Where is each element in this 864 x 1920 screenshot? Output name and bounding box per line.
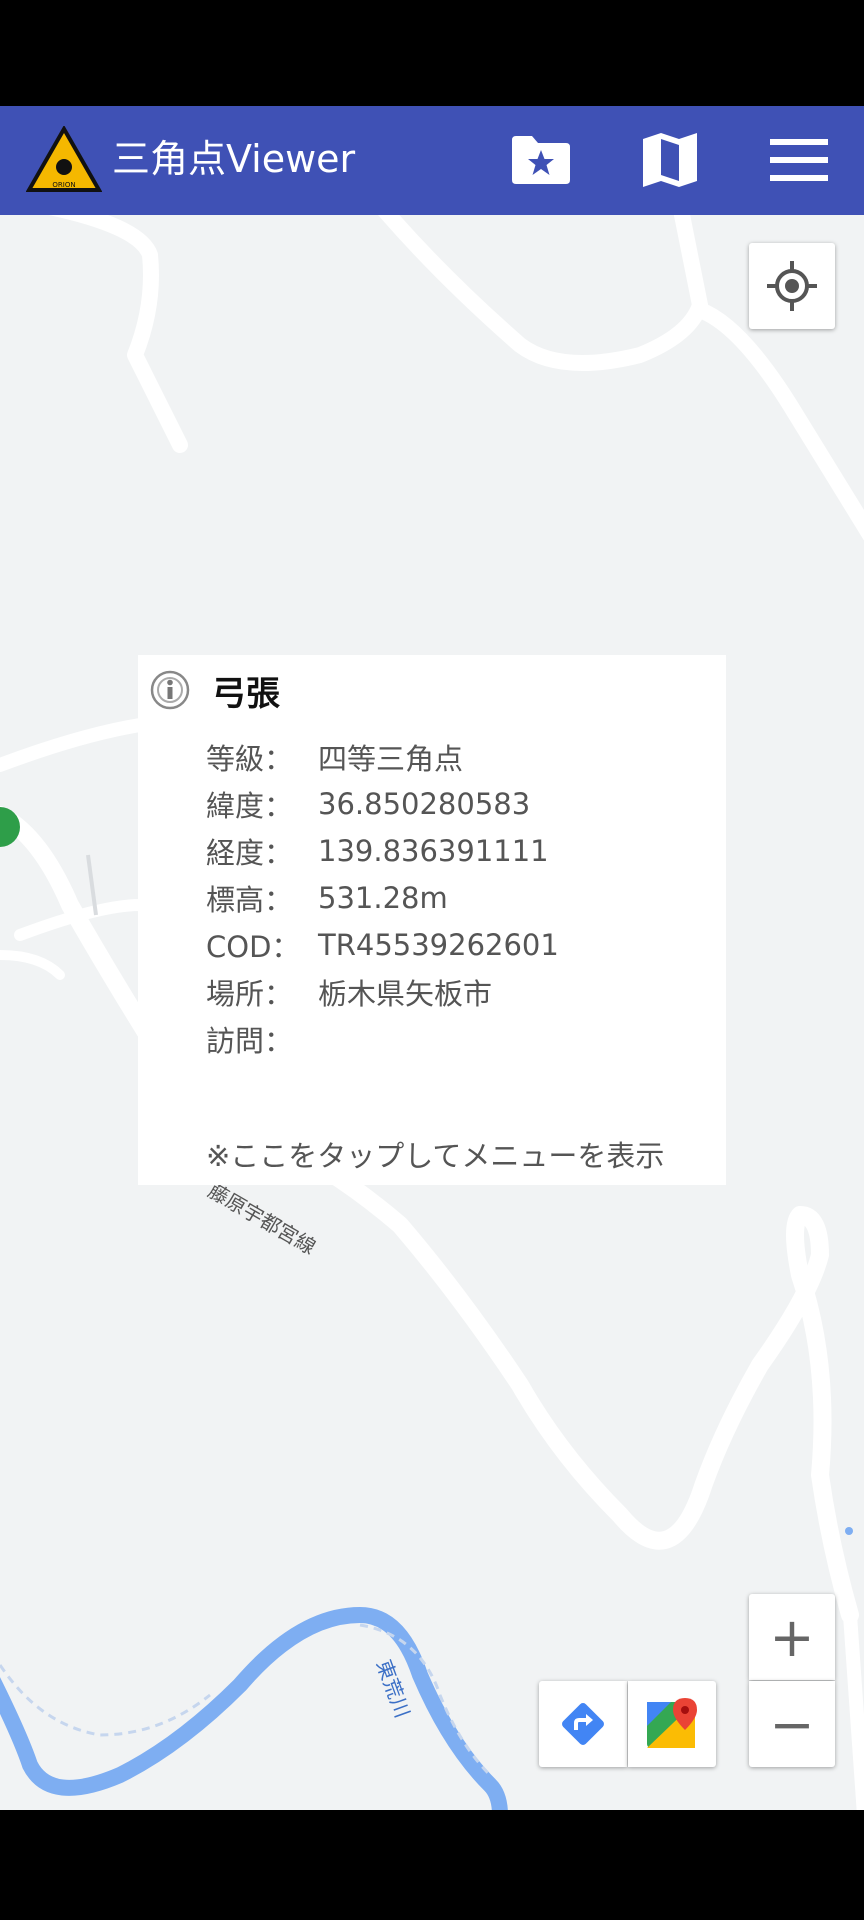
point-name: 弓張 — [212, 673, 280, 714]
favorites-button[interactable] — [506, 124, 576, 196]
info-header: 弓張 — [150, 667, 280, 714]
map-view[interactable]: 藤原宇都宮線 63 東荒川 + − 198m Google — [0, 215, 864, 1810]
zoom-in-button[interactable]: + — [749, 1594, 835, 1680]
folder-star-icon — [512, 136, 570, 184]
triangulation-point-info-window[interactable]: 弓張 等級： 四等三角点 緯度： 36.850280583 経度： 139.83639… — [138, 655, 726, 1185]
info-row-longitude: 経度： 139.836391111 — [206, 833, 549, 870]
map-icon — [643, 133, 697, 187]
crosshair-location-icon — [767, 261, 817, 311]
zoom-out-button[interactable]: − — [749, 1681, 835, 1767]
app-bar: ORION 三角点Viewer — [0, 106, 864, 215]
map-layers-button[interactable] — [635, 124, 705, 196]
info-row-elevation: 標高： 531.28m — [206, 880, 448, 917]
app-title: 三角点Viewer — [112, 137, 356, 181]
info-row-grade: 等級： 四等三角点 — [206, 741, 464, 776]
svg-text:ORION: ORION — [52, 181, 75, 189]
info-row-latitude: 緯度： 36.850280583 — [206, 786, 531, 823]
system-nav-bar — [0, 1810, 864, 1920]
status-bar — [0, 0, 864, 106]
info-row-code: COD： TR45539262601 — [206, 927, 559, 964]
hamburger-menu-icon — [770, 139, 828, 181]
info-row-location: 場所： 栃木県矢板市 — [206, 976, 493, 1011]
directions-icon — [562, 1703, 604, 1745]
app-logo-icon: ORION — [26, 126, 102, 192]
menu-button[interactable] — [764, 124, 834, 196]
my-location-button[interactable] — [749, 243, 835, 329]
tap-for-menu-hint[interactable]: ※ここをタップしてメニューを表示 — [206, 1133, 664, 1175]
info-rows: 等級： 四等三角点 緯度： 36.850280583 経度： 139.83639111… — [206, 733, 559, 1062]
open-google-maps-button[interactable] — [628, 1681, 716, 1767]
directions-button[interactable] — [539, 1681, 627, 1767]
info-icon — [150, 670, 190, 710]
google-maps-icon — [647, 1698, 697, 1748]
info-row-visited: 訪問： — [206, 1023, 294, 1058]
